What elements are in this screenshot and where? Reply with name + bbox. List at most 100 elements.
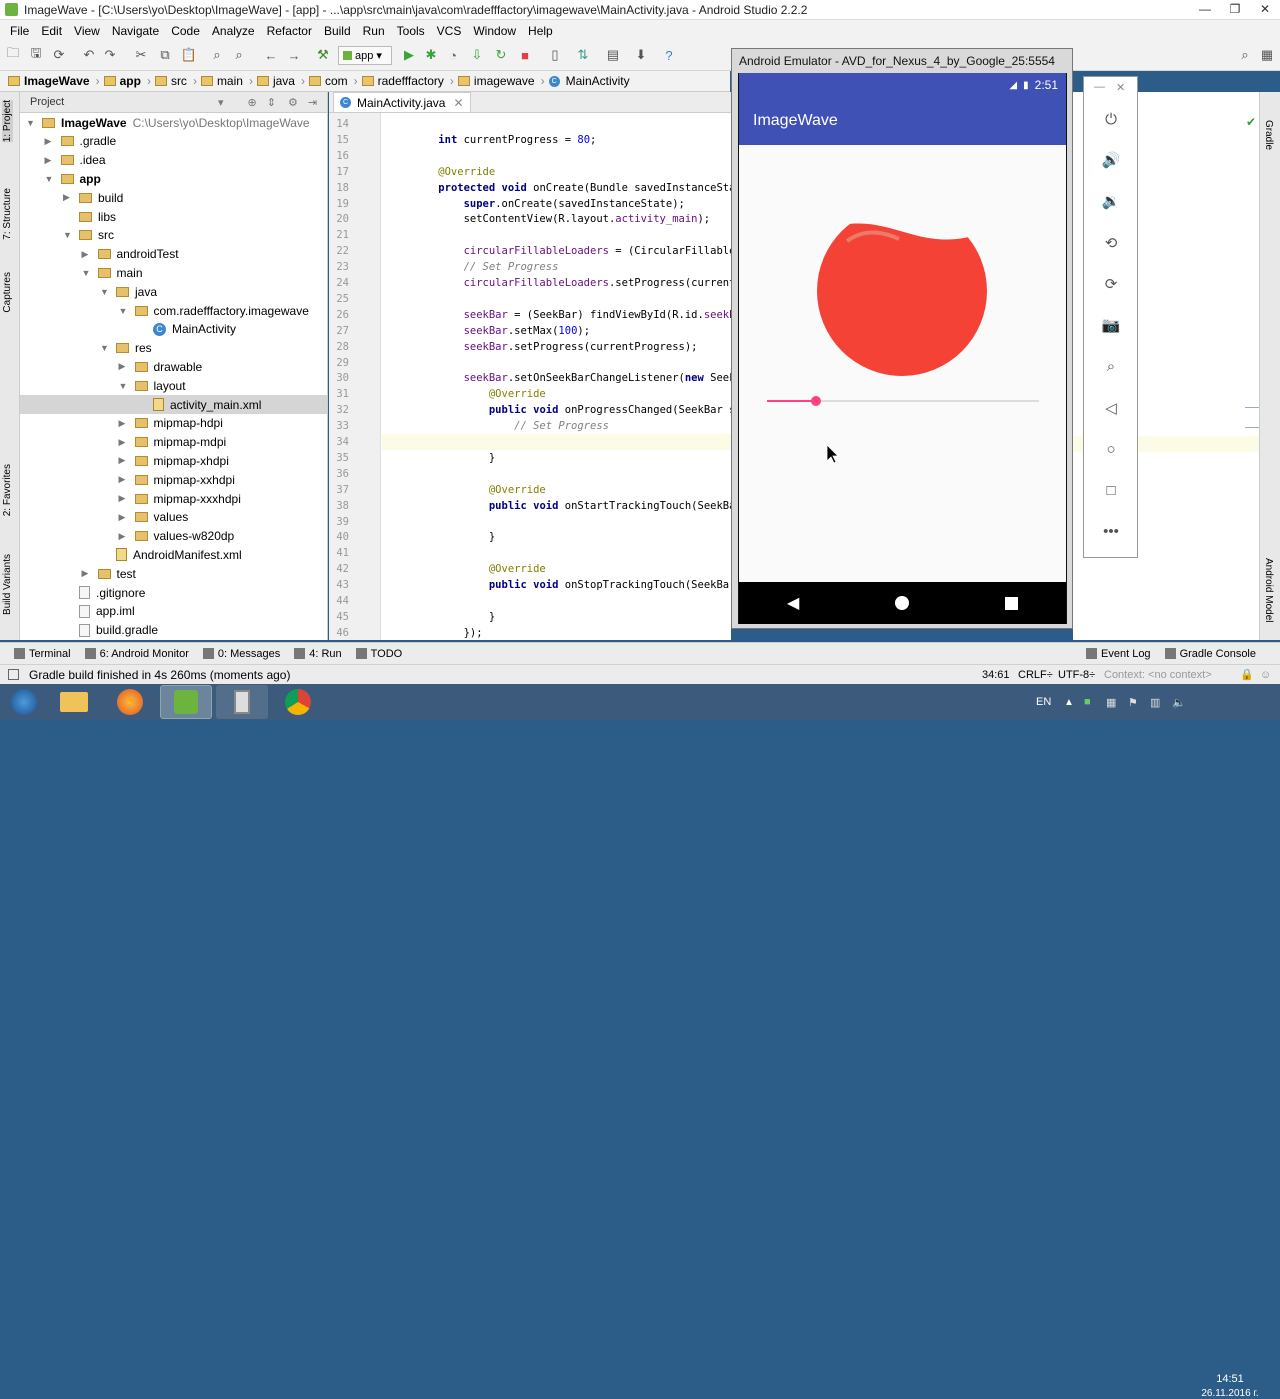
code-line[interactable]: setContentView(R.layout.activity_main); — [413, 213, 711, 225]
close-icon[interactable]: ✕ — [1250, 0, 1280, 18]
tool-window-todo[interactable]: TODO — [355, 648, 402, 660]
clock-date[interactable]: 26.11.2016 г. — [1195, 1388, 1265, 1399]
run-config-select[interactable]: app ▾ — [338, 46, 392, 65]
search-everywhere-icon[interactable]: ⌕ — [1236, 46, 1254, 64]
help-icon[interactable]: ? — [660, 46, 678, 64]
chevron-right-icon[interactable]: ▶ — [119, 531, 129, 542]
find-icon[interactable]: ⌕ — [208, 46, 226, 64]
code-line[interactable]: seekBar = (SeekBar) findViewById(R.id.se… — [413, 309, 731, 321]
device-screen[interactable]: ◢ ▮ 2:51 ImageWave — [739, 73, 1066, 582]
inspector-icon[interactable]: ☺ — [1260, 669, 1271, 681]
seekbar-thumb[interactable] — [810, 396, 821, 406]
start-button[interactable] — [4, 685, 44, 719]
sdk-manager-icon[interactable]: ⬇ — [632, 46, 650, 64]
menu-refactor[interactable]: Refactor — [267, 24, 312, 38]
tool-favorites[interactable]: 2: Favorites — [2, 464, 13, 516]
project-structure-icon[interactable]: ▤ — [604, 46, 622, 64]
nav-overview-icon[interactable] — [1005, 596, 1019, 610]
code-line[interactable]: }); — [413, 627, 483, 639]
tree-item[interactable]: app.iml — [20, 602, 327, 621]
more-icon[interactable]: ••• — [1101, 521, 1121, 541]
tab-mainactivity[interactable]: C MainActivity.java ✕ — [333, 92, 471, 112]
paste-icon[interactable]: 📋 — [180, 46, 198, 64]
code-line[interactable]: } — [413, 611, 495, 623]
code-line[interactable]: @Override — [413, 484, 546, 496]
tool-gradle[interactable]: Gradle — [1263, 120, 1274, 150]
chevron-right-icon[interactable]: ▶ — [45, 136, 55, 147]
tree-item[interactable]: ▼ layout — [20, 376, 327, 395]
tree-item[interactable]: ▶ mipmap-hdpi — [20, 414, 327, 433]
chevron-right-icon[interactable]: ▶ — [82, 568, 92, 579]
line-separator[interactable]: CRLF÷ — [1018, 669, 1053, 681]
lock-icon[interactable]: 🔒 — [1240, 668, 1254, 681]
rotate-right-icon[interactable]: ⟳ — [1101, 274, 1121, 294]
chevron-right-icon[interactable]: ▶ — [119, 418, 129, 429]
chevron-down-icon[interactable]: ▼ — [82, 268, 92, 278]
code-line[interactable]: seekBar.setProgress(currentProgress); — [413, 341, 698, 353]
tree-item[interactable]: ▶ mipmap-mdpi — [20, 433, 327, 452]
code-line[interactable]: public void onStopTrackingTouch(SeekBar … — [413, 579, 731, 591]
chevron-right-icon[interactable]: ▶ — [119, 512, 129, 523]
forward-nav-icon[interactable]: → — [285, 46, 303, 64]
explorer-icon[interactable] — [48, 685, 100, 719]
tree-item[interactable]: ▼ main — [20, 263, 327, 282]
zoom-icon[interactable]: ⌕ — [1101, 356, 1121, 376]
tree-item[interactable]: ▶ .gradle — [20, 132, 327, 151]
project-view-icon[interactable]: ▦ — [1258, 46, 1276, 64]
tool-captures[interactable]: Captures — [2, 272, 13, 313]
save-icon[interactable]: 🖫 — [27, 45, 45, 64]
code-line[interactable]: circularFillableLoaders = (CircularFilla… — [413, 245, 731, 257]
tree-item[interactable]: ▶ build — [20, 188, 327, 207]
camera-icon[interactable]: 📷 — [1101, 315, 1121, 335]
firefox-icon[interactable] — [104, 685, 156, 719]
code-line[interactable]: int currentProgress = 80; — [413, 134, 596, 146]
tree-item[interactable]: ▶ values-w820dp — [20, 527, 327, 546]
chevron-right-icon[interactable]: ▶ — [119, 455, 129, 466]
menu-view[interactable]: View — [74, 24, 100, 38]
emulator-minimize-icon[interactable]: — — [1094, 81, 1105, 93]
tool-android-model[interactable]: Android Model — [1263, 558, 1274, 622]
tree-item[interactable]: ▼ res — [20, 339, 327, 358]
emulator-task-icon[interactable] — [216, 685, 268, 719]
tool-window-6-android-monitor[interactable]: 6: Android Monitor — [84, 648, 189, 660]
tree-item[interactable]: ▼ com.radefffactory.imagewave — [20, 301, 327, 320]
chevron-right-icon[interactable]: ▶ — [119, 437, 129, 448]
clock-time[interactable]: 14:51 — [1200, 1373, 1260, 1385]
settings-icon[interactable]: ⚙ — [288, 96, 298, 109]
android-studio-task-icon[interactable] — [160, 685, 212, 719]
menu-run[interactable]: Run — [363, 24, 385, 38]
sync-scroll-icon[interactable]: ⊕ — [248, 96, 257, 109]
sync-gradle-icon[interactable]: ⇅ — [574, 46, 592, 64]
menu-code[interactable]: Code — [171, 24, 200, 38]
tree-item[interactable]: ▶ test — [20, 564, 327, 583]
code-line[interactable]: seekBar.setMax(100); — [413, 325, 590, 337]
network-icon[interactable]: ▥ — [1150, 696, 1160, 709]
attach-icon[interactable]: ⇩ — [468, 46, 486, 64]
tree-item[interactable]: ▼ src — [20, 226, 327, 245]
code-line[interactable]: // Set Progress — [413, 261, 559, 273]
menu-analyze[interactable]: Analyze — [212, 24, 255, 38]
collapse-icon[interactable]: ⇕ — [267, 96, 276, 109]
volume-tray-icon[interactable]: 🔈 — [1172, 696, 1186, 709]
chevron-right-icon[interactable]: ▶ — [119, 361, 129, 372]
stop-icon[interactable]: ■ — [516, 46, 534, 64]
breadcrumb-item[interactable]: radefffactory › — [361, 74, 454, 88]
tool-window-0-messages[interactable]: 0: Messages — [202, 648, 280, 660]
code-line[interactable]: @Override — [413, 388, 546, 400]
profile-icon[interactable]: ◔ — [444, 46, 462, 64]
code-line[interactable]: } — [413, 452, 495, 464]
file-encoding[interactable]: UTF-8÷ — [1058, 669, 1095, 681]
nav-home-icon[interactable] — [895, 596, 910, 610]
tree-item[interactable]: ▶ androidTest — [20, 245, 327, 264]
emulator-close-icon[interactable]: ✕ — [1116, 81, 1125, 94]
tree-item[interactable]: ▼ java — [20, 282, 327, 301]
menu-file[interactable]: File — [10, 24, 29, 38]
code-line[interactable]: circularFillableLoaders.setProgress(curr… — [413, 277, 731, 289]
code-line[interactable]: } — [413, 531, 495, 543]
code-line[interactable]: @Override — [413, 166, 495, 178]
language-indicator[interactable]: EN — [1036, 696, 1051, 708]
minimize-icon[interactable]: — — [1190, 0, 1220, 18]
menu-vcs[interactable]: VCS — [437, 24, 462, 38]
breadcrumb-item[interactable]: src › — [154, 74, 197, 88]
code-line[interactable]: seekBar.setOnSeekBarChangeListener(new S… — [413, 372, 731, 384]
